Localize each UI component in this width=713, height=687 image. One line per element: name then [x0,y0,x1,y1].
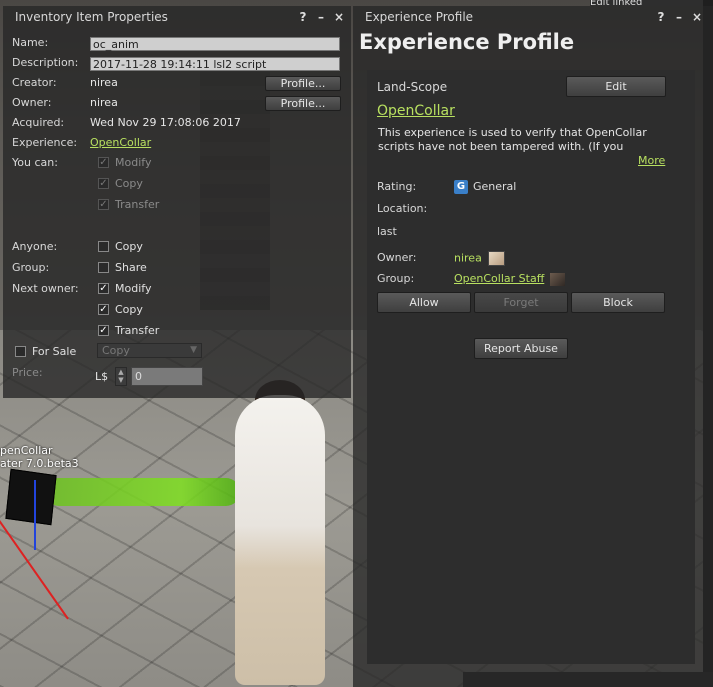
experience-name-link[interactable]: OpenCollar [377,103,455,119]
next-owner-modify-label: Modify [115,282,152,295]
owner-label: Owner: [12,96,52,109]
for-sale-label: For Sale [32,345,77,358]
selection-beam [45,478,240,506]
group-label: Group: [12,261,50,274]
scope-label: Land-Scope [377,80,448,94]
description-field[interactable]: 2017-11-28 19:14:11 lsl2 script [90,57,340,71]
you-can-copy-label: Copy [115,177,143,190]
acquired-value: Wed Nov 29 17:08:06 2017 [90,116,241,129]
sale-type-value: Copy [102,344,130,357]
rating-value-group: G General [454,180,516,194]
owner-profile-button[interactable]: Profile... [265,96,341,111]
anyone-copy-label: Copy [115,240,143,253]
acquired-label: Acquired: [12,116,65,129]
experience-description: This experience is used to verify that O… [378,126,647,153]
you-can-modify-label: Modify [115,156,152,169]
name-field[interactable]: oc_anim [90,37,340,51]
next-owner-transfer-checkbox[interactable]: ✓ [98,325,109,336]
group-name-link[interactable]: OpenCollar Staff [454,272,544,285]
rating-label: Rating: [377,180,417,193]
creator-label: Creator: [12,76,57,89]
location-label: Location: [377,202,428,215]
description-label: Description: [12,56,79,69]
next-owner-label: Next owner: [12,282,79,295]
experience-label: Experience: [12,136,78,149]
minimize-icon[interactable]: – [315,6,327,28]
group-icon [550,272,566,286]
you-can-transfer-label: Transfer [115,198,160,211]
close-icon[interactable]: × [691,6,703,28]
avatar-body[interactable] [235,395,325,685]
currency-label: L$ [95,370,109,383]
inventory-title: Inventory Item Properties [15,10,168,24]
block-button[interactable]: Block [571,292,665,313]
experience-link[interactable]: OpenCollar [90,136,151,149]
location-value: last [377,225,397,238]
price-spinner[interactable]: ▲ ▼ [115,367,127,386]
rating-badge: G [454,180,468,194]
next-owner-transfer-label: Transfer [115,324,160,337]
you-can-label: You can: [12,156,58,169]
price-label: Price: [12,366,43,379]
anyone-copy-checkbox[interactable] [98,241,109,252]
experience-profile-floater: Experience Profile ? – × Experience Prof… [353,6,713,687]
owner-value-group: nirea [454,251,505,266]
owner-name-link[interactable]: nirea [454,252,482,265]
rating-value: General [473,180,517,193]
minimize-icon[interactable]: – [673,6,685,28]
group-value-group: OpenCollar Staff [454,272,566,286]
you-can-copy-checkbox: ✓ [98,178,109,189]
edit-button[interactable]: Edit [566,76,666,97]
next-owner-copy-label: Copy [115,303,143,316]
report-abuse-button[interactable]: Report Abuse [474,338,568,359]
name-label: Name: [12,36,49,49]
group-label: Group: [377,272,415,285]
close-icon[interactable]: × [333,6,345,28]
help-icon[interactable]: ? [655,6,667,28]
price-field[interactable]: 0 [131,367,203,386]
object-hover-label: penCollar ater 7.0.beta3 [0,444,79,470]
selected-object[interactable] [5,468,57,526]
forget-button: Forget [474,292,568,313]
you-can-modify-checkbox: ✓ [98,157,109,168]
object-label-line1: penCollar [0,444,53,457]
inventory-title-bar[interactable]: Inventory Item Properties ? – × [3,6,351,28]
creator-profile-button[interactable]: Profile... [265,76,341,91]
anyone-label: Anyone: [12,240,58,253]
you-can-transfer-checkbox: ✓ [98,199,109,210]
owner-label: Owner: [377,251,417,264]
object-label-line2: ater 7.0.beta3 [0,457,79,470]
group-share-label: Share [115,261,147,274]
allow-button[interactable]: Allow [377,292,471,313]
for-sale-checkbox[interactable] [15,346,26,357]
inventory-properties-floater: Inventory Item Properties ? – × Name: oc… [3,6,351,398]
chevron-down-icon: ▼ [190,345,197,355]
experience-title-bar[interactable]: Experience Profile ? – × [353,6,713,28]
next-owner-modify-checkbox[interactable]: ✓ [98,283,109,294]
creator-value: nirea [90,76,118,89]
experience-details-panel: Land-Scope Edit OpenCollar This experien… [367,70,695,664]
experience-title: Experience Profile [365,10,474,24]
group-share-checkbox[interactable] [98,262,109,273]
help-icon[interactable]: ? [297,6,309,28]
page-title: Experience Profile [359,30,575,54]
sale-type-dropdown: Copy ▼ [97,343,202,358]
more-link[interactable]: More [638,154,665,167]
axis-z-handle[interactable] [34,480,36,550]
avatar [487,251,505,266]
next-owner-copy-checkbox[interactable]: ✓ [98,304,109,315]
owner-value: nirea [90,96,118,109]
